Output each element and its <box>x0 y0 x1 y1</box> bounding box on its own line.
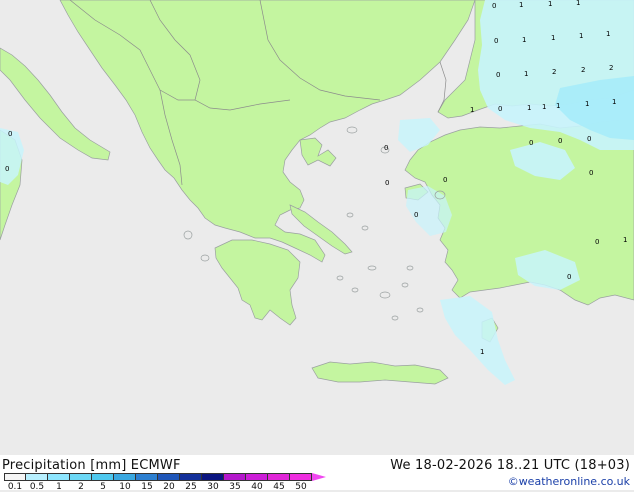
precip-value: 0 <box>414 211 418 219</box>
precip-value: 1 <box>576 0 580 7</box>
legend-swatch <box>48 473 70 481</box>
legend-swatch <box>4 473 26 481</box>
legend-swatch <box>136 473 158 481</box>
legend-arrow <box>312 473 326 481</box>
precip-value: 0 <box>496 71 500 79</box>
precip-value: 0 <box>558 137 562 145</box>
precip-value: 1 <box>519 1 523 9</box>
legend-tick-label: 0.5 <box>29 482 45 492</box>
precip-value: 1 <box>548 0 552 8</box>
precip-value: 1 <box>480 348 484 356</box>
legend-swatch <box>26 473 48 481</box>
precip-value: 0 <box>8 130 12 138</box>
precip-value: 0 <box>385 179 389 187</box>
precip-value: 0 <box>384 144 388 152</box>
precip-value: 2 <box>609 64 613 72</box>
precip-value: 2 <box>552 68 556 76</box>
legend-swatch <box>70 473 92 481</box>
legend-swatch <box>92 473 114 481</box>
legend-swatch <box>202 473 224 481</box>
precip-value: 0 <box>5 165 9 173</box>
map-title: Precipitation [mm] ECMWF <box>2 458 181 473</box>
legend-swatch <box>180 473 202 481</box>
legend-tick-label: 35 <box>229 482 241 492</box>
legend-tick-label: 45 <box>273 482 285 492</box>
precip-value: 1 <box>556 102 560 110</box>
precip-value: 1 <box>579 32 583 40</box>
legend-swatch <box>246 473 268 481</box>
precip-value: 1 <box>585 100 589 108</box>
precip-value: 0 <box>529 139 533 147</box>
legend-tick-label: 2 <box>78 482 84 492</box>
precip-value: 0 <box>595 238 599 246</box>
precip-value: 1 <box>524 70 528 78</box>
precip-value: 0 <box>494 37 498 45</box>
legend-tick-label: 10 <box>119 482 131 492</box>
precip-value: 1 <box>551 34 555 42</box>
legend-swatch <box>268 473 290 481</box>
precip-value: 1 <box>542 103 546 111</box>
legend-ticks: 0.1 0.5 1 2 5 10 15 20 25 30 35 40 45 50 <box>0 482 340 492</box>
precip-value: 0 <box>587 135 591 143</box>
legend-tick-label: 0.1 <box>7 482 23 492</box>
legend-swatch <box>114 473 136 481</box>
legend-tick-label: 40 <box>251 482 263 492</box>
legend-tick-label: 25 <box>185 482 197 492</box>
precip-value: 1 <box>623 236 627 244</box>
legend-tick-label: 50 <box>295 482 307 492</box>
legend-swatch <box>224 473 246 481</box>
precip-value: 1 <box>527 104 531 112</box>
legend-swatch <box>158 473 180 481</box>
precip-value: 0 <box>567 273 571 281</box>
forecast-time: We 18-02-2026 18..21 UTC (18+03) <box>390 458 630 473</box>
precip-value: 1 <box>606 30 610 38</box>
legend-tick-label: 15 <box>141 482 153 492</box>
color-legend <box>4 473 326 481</box>
precip-value: 2 <box>581 66 585 74</box>
legend-tick-label: 20 <box>163 482 175 492</box>
credit-link[interactable]: ©weatheronline.co.uk <box>508 475 630 488</box>
precip-value: 1 <box>612 98 616 106</box>
legend-tick-label: 30 <box>207 482 219 492</box>
precip-value: 0 <box>443 176 447 184</box>
precip-value: 1 <box>470 106 474 114</box>
precip-value: 1 <box>522 36 526 44</box>
legend-tick-label: 1 <box>56 482 62 492</box>
precipitation-map: 0 1 1 1 0 1 1 1 1 0 1 2 2 2 0 1 1 1 1 1 … <box>0 0 634 455</box>
precip-value: 0 <box>492 2 496 10</box>
precip-value: 0 <box>498 105 502 113</box>
legend-swatch <box>290 473 312 481</box>
precip-value: 0 <box>589 169 593 177</box>
legend-tick-label: 5 <box>100 482 106 492</box>
